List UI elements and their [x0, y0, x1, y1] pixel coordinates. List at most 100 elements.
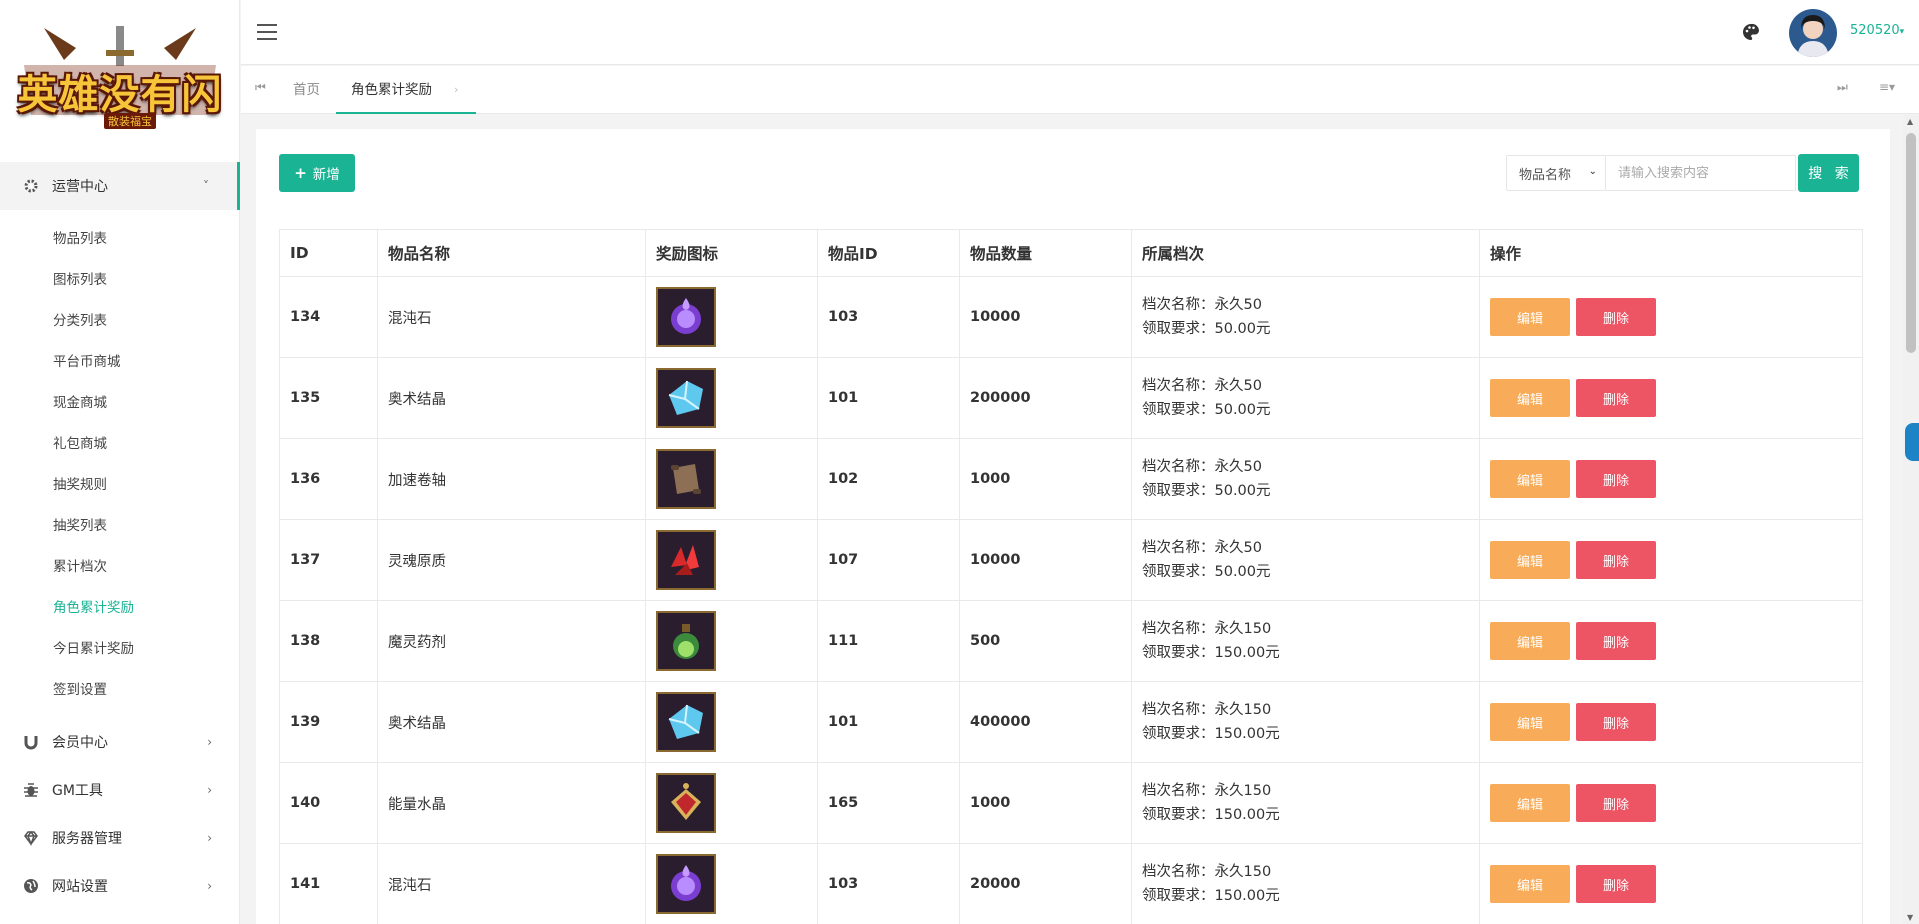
edit-button[interactable]: 编辑 [1490, 703, 1570, 741]
sidebar-item-gift-shop[interactable]: 礼包商城 [53, 433, 107, 455]
nav-group-site-settings[interactable]: 网站设置 › [0, 862, 240, 910]
red-crystal-icon [656, 530, 716, 590]
tier-name-value: 永久50 [1214, 540, 1262, 556]
cell-quantity: 400000 [959, 681, 1132, 763]
search-button[interactable]: 搜 索 [1798, 154, 1859, 192]
table-row: 140 能量水晶 165 1000 档次名称：永久150 领取要求：150.00元 编辑 删除 [279, 762, 1863, 844]
scroll-down-icon[interactable]: ▼ [1907, 913, 1913, 922]
delete-button[interactable]: 删除 [1576, 460, 1656, 498]
page-scrollbar[interactable]: ▲ ▼ [1903, 115, 1919, 924]
tabs-scroll-left-icon[interactable]: ⏮ [255, 80, 266, 95]
gear-icon [22, 177, 40, 195]
sidebar: 英雄没有闪 散装福宝 运营中心 ˅ 物品列表 图标列表 分类列表 平台币商城 现… [0, 0, 240, 924]
sidebar-item-lottery-list[interactable]: 抽奖列表 [53, 515, 107, 537]
search-field-select[interactable]: 物品名称 ⌄ [1506, 155, 1606, 191]
edit-button[interactable]: 编辑 [1490, 379, 1570, 417]
delete-button[interactable]: 删除 [1576, 541, 1656, 579]
sidebar-item-role-cumulative-reward[interactable]: 角色累计奖励 [53, 597, 134, 619]
cell-actions: 编辑 删除 [1479, 438, 1863, 520]
sidebar-item-cash-shop[interactable]: 现金商城 [53, 392, 107, 414]
tier-name-prefix: 档次名称： [1142, 621, 1215, 637]
sidebar-item-icon-list[interactable]: 图标列表 [53, 269, 107, 291]
tier-requirement-line: 领取要求：50.00元 [1142, 560, 1479, 584]
sidebar-item-lottery-rules[interactable]: 抽奖规则 [53, 474, 107, 496]
tabs-options-icon[interactable]: ≡▾ [1879, 80, 1895, 94]
scroll-up-icon[interactable]: ▲ [1907, 117, 1913, 126]
tier-requirement-line: 领取要求：150.00元 [1142, 641, 1479, 665]
tier-requirement-line: 领取要求：150.00元 [1142, 722, 1479, 746]
edit-button[interactable]: 编辑 [1490, 460, 1570, 498]
table-row: 141 混沌石 103 20000 档次名称：永久150 领取要求：150.00元 编辑 删除 [279, 843, 1863, 924]
nav-group-members[interactable]: 会员中心 › [0, 718, 240, 766]
nav-group-operations[interactable]: 运营中心 ˅ [0, 162, 240, 210]
delete-button[interactable]: 删除 [1576, 379, 1656, 417]
sidebar-item-category-list[interactable]: 分类列表 [53, 310, 107, 332]
nav-group-gm-tools[interactable]: GM工具 › [0, 766, 240, 814]
menu-toggle-icon[interactable] [257, 24, 277, 40]
column-header-quantity[interactable]: 物品数量 [959, 229, 1132, 277]
sidebar-item-item-list[interactable]: 物品列表 [53, 228, 107, 250]
tier-req-value: 150.00元 [1214, 726, 1280, 742]
column-header-tier[interactable]: 所属档次 [1131, 229, 1480, 277]
tier-req-prefix: 领取要求： [1142, 726, 1215, 742]
tier-name-line: 档次名称：永久50 [1142, 293, 1479, 317]
column-header-item-name[interactable]: 物品名称 [377, 229, 646, 277]
column-header-id[interactable]: ID [279, 229, 378, 277]
avatar[interactable] [1789, 9, 1837, 57]
delete-button[interactable]: 删除 [1576, 622, 1656, 660]
tab-role-cumulative-reward[interactable]: 角色累计奖励 › [336, 66, 476, 114]
tier-name-prefix: 档次名称： [1142, 459, 1215, 475]
tab-close-icon[interactable]: › [454, 66, 458, 114]
top-navbar: 520520▾ [241, 0, 1919, 65]
blue-crystal-icon [656, 692, 716, 752]
tier-name-line: 档次名称：永久50 [1142, 374, 1479, 398]
cell-id: 140 [279, 762, 378, 844]
cell-item-id: 102 [817, 438, 960, 520]
potion-icon [656, 611, 716, 671]
edit-button[interactable]: 编辑 [1490, 541, 1570, 579]
edit-button[interactable]: 编辑 [1490, 622, 1570, 660]
chevron-down-icon: ˅ [203, 179, 209, 193]
palette-icon[interactable] [1742, 23, 1760, 45]
cell-id: 136 [279, 438, 378, 520]
sidebar-item-checkin-settings[interactable]: 签到设置 [53, 679, 107, 701]
sidebar-item-platform-coin-shop[interactable]: 平台币商城 [53, 351, 121, 373]
purple-orb-icon [656, 287, 716, 347]
cell-id: 139 [279, 681, 378, 763]
cell-id: 138 [279, 600, 378, 682]
add-button[interactable]: + 新增 [279, 154, 355, 192]
tier-requirement-line: 领取要求：50.00元 [1142, 479, 1479, 503]
tier-req-prefix: 领取要求： [1142, 888, 1215, 904]
logo[interactable]: 英雄没有闪 散装福宝 [0, 0, 240, 150]
sidebar-item-today-cumulative-reward[interactable]: 今日累计奖励 [53, 638, 134, 660]
delete-button[interactable]: 删除 [1576, 865, 1656, 903]
cell-item-id: 101 [817, 681, 960, 763]
user-menu[interactable]: 520520▾ [1850, 23, 1904, 38]
table-row: 138 魔灵药剂 111 500 档次名称：永久150 领取要求：150.00元 编辑 删除 [279, 600, 1863, 682]
edit-button[interactable]: 编辑 [1490, 784, 1570, 822]
column-header-reward-icon[interactable]: 奖励图标 [645, 229, 818, 277]
tier-name-prefix: 档次名称： [1142, 540, 1215, 556]
table-row: 135 奥术结晶 101 200000 档次名称：永久50 领取要求：50.00元 编辑 删除 [279, 357, 1863, 439]
tier-req-prefix: 领取要求： [1142, 321, 1215, 337]
tier-req-value: 50.00元 [1214, 321, 1271, 337]
delete-button[interactable]: 删除 [1576, 298, 1656, 336]
tabs-scroll-right-icon[interactable]: ⏭ [1837, 80, 1848, 95]
cell-quantity: 10000 [959, 519, 1132, 601]
sidebar-item-cumulative-tiers[interactable]: 累计档次 [53, 556, 107, 578]
nav-group-label: 会员中心 [52, 735, 108, 751]
search-input[interactable] [1606, 155, 1796, 191]
delete-button[interactable]: 删除 [1576, 703, 1656, 741]
cell-item-name: 混沌石 [377, 843, 646, 924]
scrollbar-thumb[interactable] [1906, 133, 1916, 353]
delete-button[interactable]: 删除 [1576, 784, 1656, 822]
edit-button[interactable]: 编辑 [1490, 865, 1570, 903]
column-header-item-id[interactable]: 物品ID [817, 229, 960, 277]
cell-reward-icon [645, 276, 818, 358]
edit-button[interactable]: 编辑 [1490, 298, 1570, 336]
blue-crystal-icon [656, 368, 716, 428]
table-row: 134 混沌石 103 10000 档次名称：永久50 领取要求：50.00元 编辑 删除 [279, 276, 1863, 358]
tab-home[interactable]: 首页 [293, 66, 320, 114]
side-panel-toggle[interactable] [1905, 423, 1919, 461]
nav-group-server-management[interactable]: 服务器管理 › [0, 814, 240, 862]
